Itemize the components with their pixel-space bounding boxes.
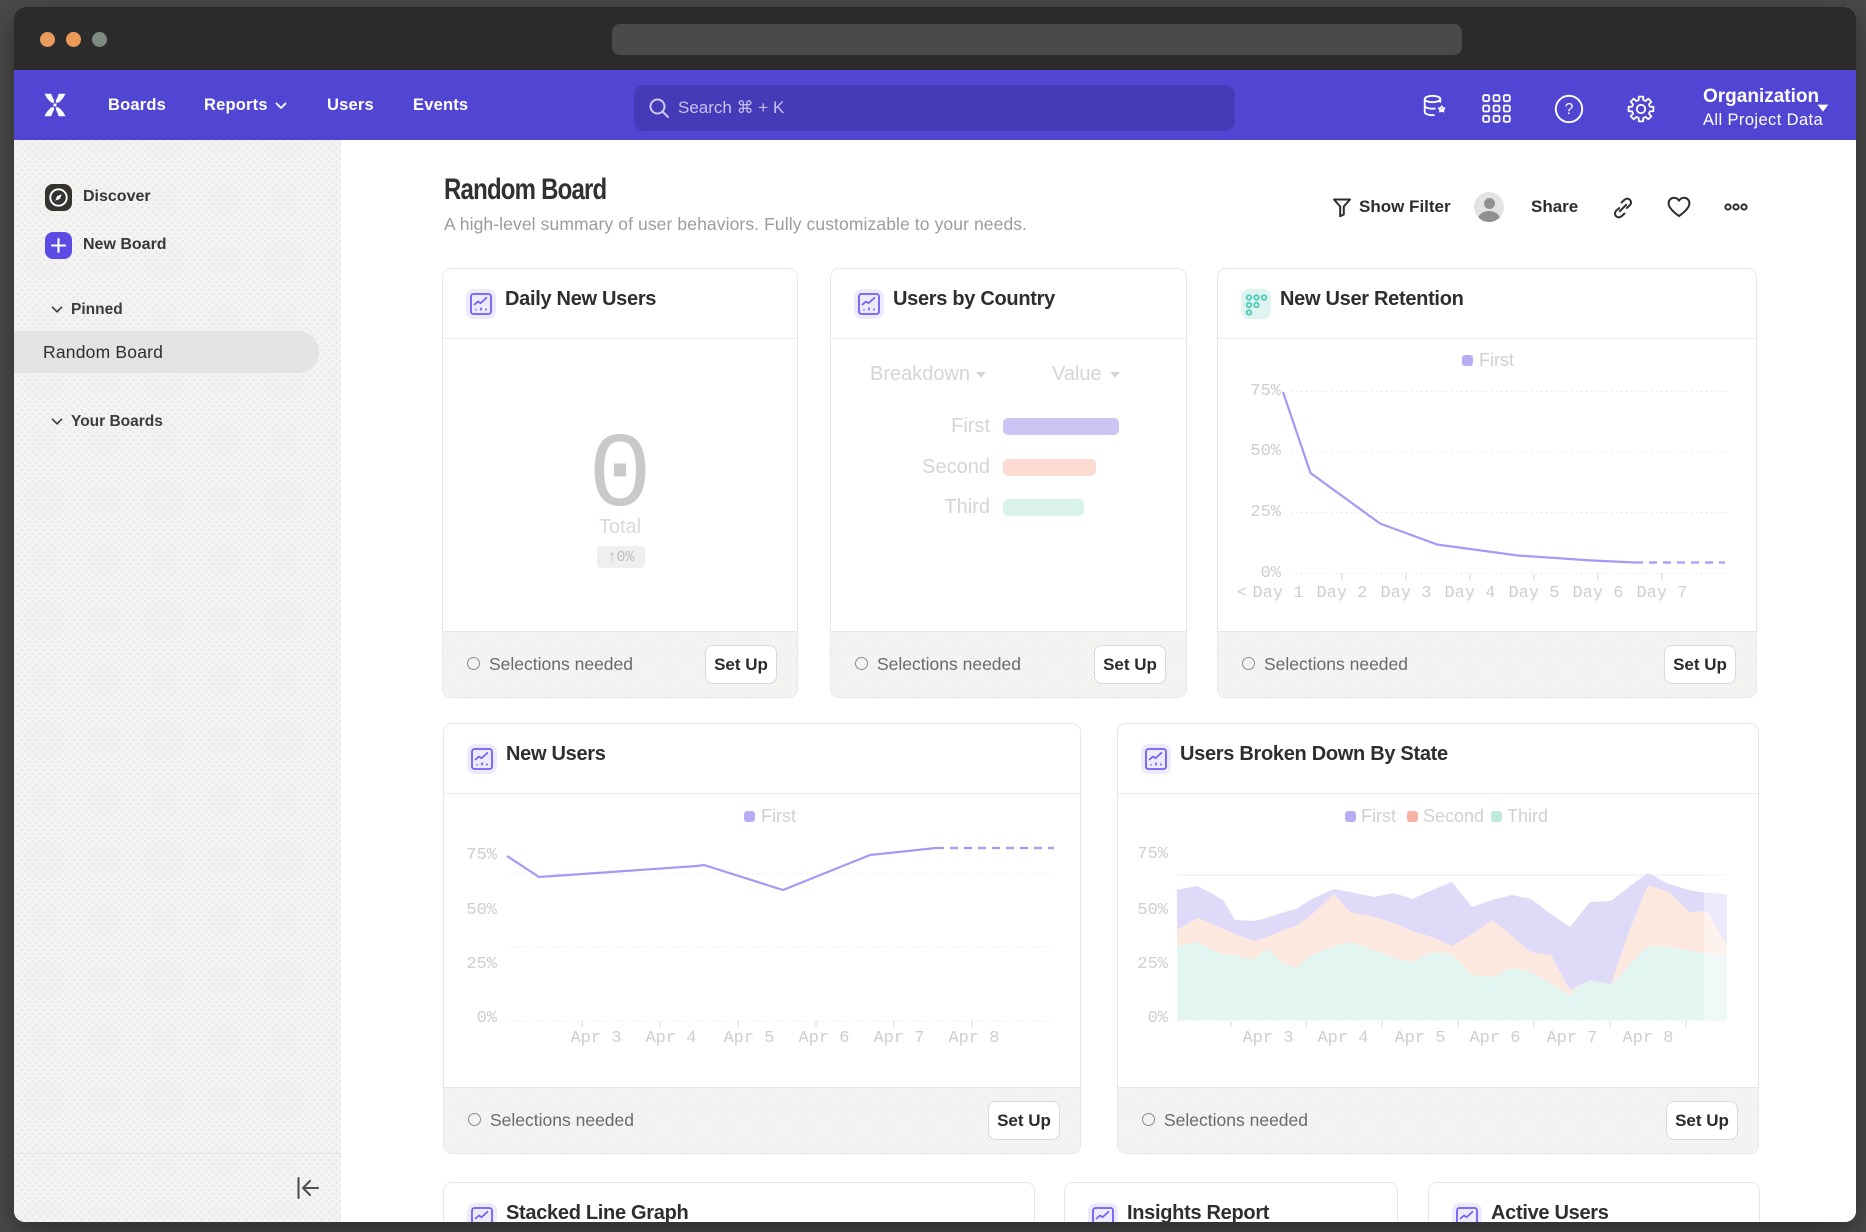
svg-text:?: ? xyxy=(1565,101,1574,118)
